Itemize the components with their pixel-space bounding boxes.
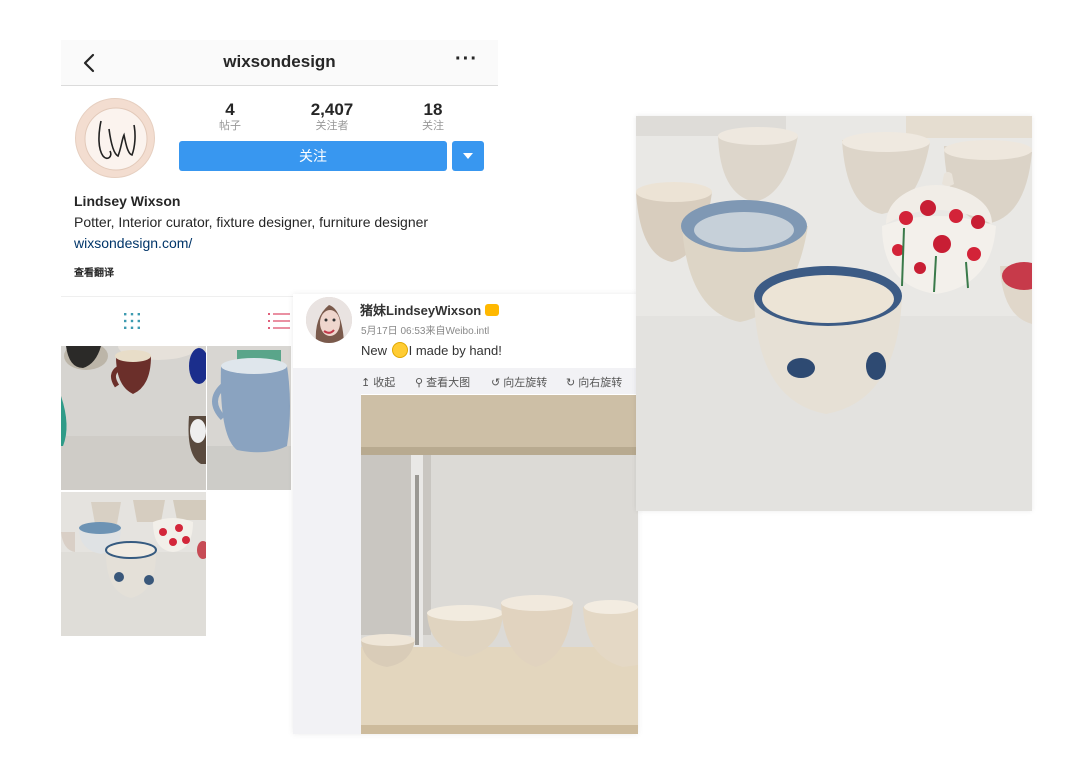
profile-website-link[interactable]: wixsondesign.com/ <box>74 235 192 251</box>
verified-badge-icon <box>485 304 500 316</box>
view-large-button[interactable]: ⚲ 查看大图 <box>415 374 470 390</box>
rotate-left-button[interactable]: ↺ 向左旋转 <box>491 374 547 390</box>
profile-avatar[interactable] <box>75 98 155 178</box>
rotate-right-label: 向右旋转 <box>578 377 623 389</box>
profile-name: Lindsey Wixson <box>74 193 181 209</box>
smile-emoji-icon <box>391 342 408 358</box>
list-icon[interactable] <box>268 312 290 330</box>
follow-button[interactable]: 关注 <box>179 141 447 171</box>
weibo-user-avatar[interactable] <box>306 297 352 343</box>
collapse-label: 收起 <box>373 377 396 389</box>
post-text-end: I made by hand! <box>408 343 502 358</box>
view-large-label: 查看大图 <box>426 377 471 389</box>
rotate-left-label: 向左旋转 <box>503 377 548 389</box>
weibo-username-text: 猪妹LindseyWixson <box>360 303 482 318</box>
lw-monogram-logo <box>84 107 148 171</box>
weibo-photo-toolbar: ↥ 收起 ⚲ 查看大图 ↺ 向左旋转 ↻ 向右旋转 <box>361 368 638 394</box>
posts-label: 帖子 <box>219 120 241 132</box>
posts-count: 4 <box>225 100 235 119</box>
collapse-button[interactable]: ↥ 收起 <box>361 374 395 390</box>
magnifier-icon: ⚲ <box>415 377 424 389</box>
pottery-photo-large[interactable] <box>636 116 1032 511</box>
grid-icon[interactable] <box>123 312 141 330</box>
rotate-right-button[interactable]: ↻ 向右旋转 <box>566 374 622 390</box>
weibo-post-text: New I made by hand! <box>361 342 502 358</box>
post-thumbnail-mugs[interactable] <box>61 346 206 490</box>
weibo-post-meta: 5月17日 06:53来自Weibo.intl <box>361 326 490 337</box>
post-thumbnail-blue-mug[interactable] <box>207 346 291 490</box>
see-translation-link[interactable]: 查看翻译 <box>74 264 114 279</box>
weibo-username[interactable]: 猪妹LindseyWixson <box>360 300 500 319</box>
followers-label: 关注者 <box>315 120 349 132</box>
profile-username-title: wixsondesign <box>223 52 336 71</box>
collapse-icon: ↥ <box>361 377 371 389</box>
stat-posts[interactable]: 4 帖子 <box>190 100 270 132</box>
rotate-left-icon: ↺ <box>491 377 501 389</box>
stat-followers[interactable]: 2,407 关注者 <box>292 100 372 132</box>
post-thumbnail-cups[interactable] <box>61 492 206 636</box>
profile-bio: Potter, Interior curator, fixture design… <box>74 214 429 230</box>
chevron-down-icon[interactable] <box>452 141 484 171</box>
more-icon[interactable]: ··· <box>455 48 478 71</box>
weibo-post-photo[interactable] <box>361 395 638 734</box>
stat-following[interactable]: 18 关注 <box>393 100 473 132</box>
following-count: 18 <box>423 100 443 119</box>
post-text-start: New <box>361 343 391 358</box>
weibo-side-gutter <box>293 368 361 734</box>
following-label: 关注 <box>422 120 444 132</box>
weibo-post-panel: 猪妹LindseyWixson 5月17日 06:53来自Weibo.intl … <box>293 294 638 734</box>
instagram-top-bar: wixsondesign ··· <box>61 40 498 86</box>
rotate-right-icon: ↻ <box>566 377 576 389</box>
followers-count: 2,407 <box>310 100 354 119</box>
